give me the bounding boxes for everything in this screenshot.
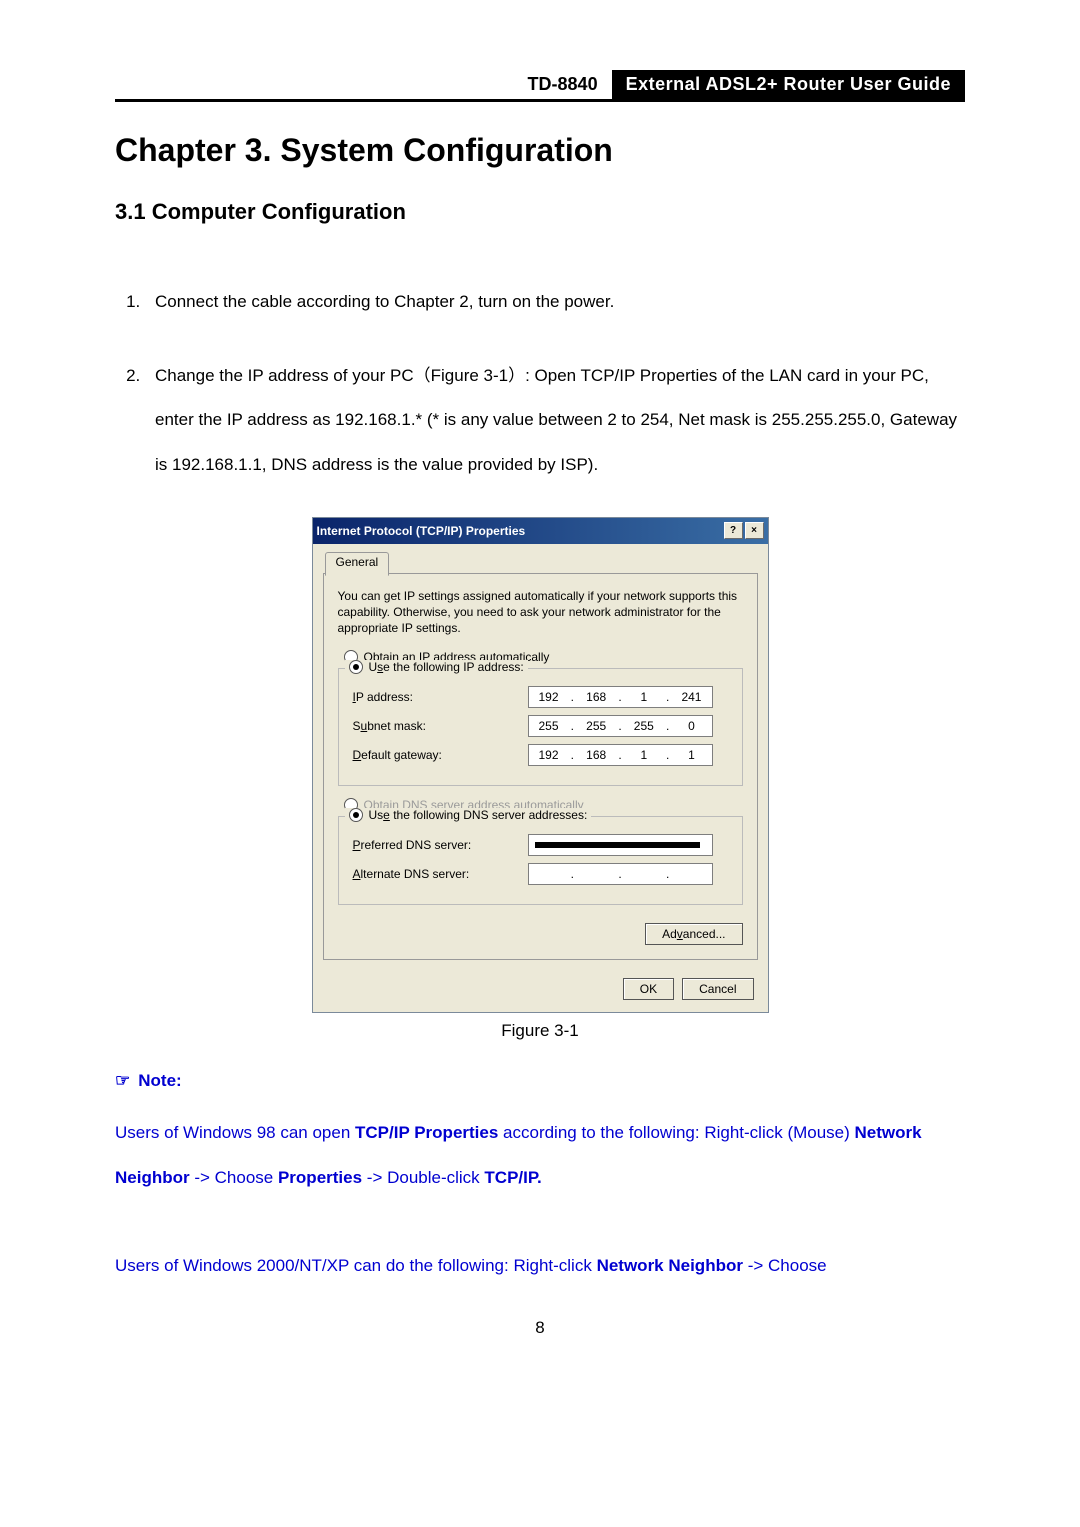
header-model: TD-8840 <box>514 70 612 99</box>
preferred-dns-label: Preferred DNS server: <box>353 838 528 852</box>
cancel-button[interactable]: Cancel <box>682 978 753 1000</box>
redacted-value <box>535 842 700 848</box>
help-icon[interactable]: ? <box>724 522 743 539</box>
page-number: 8 <box>115 1318 965 1338</box>
page-header: TD-8840 External ADSL2+ Router User Guid… <box>115 70 965 102</box>
preferred-dns-input[interactable] <box>528 834 713 856</box>
advanced-button[interactable]: Advanced... <box>645 923 742 945</box>
radio-label: Use the following IP address: <box>369 660 524 674</box>
tab-general[interactable]: General <box>325 552 390 576</box>
figure-caption: Figure 3-1 <box>115 1021 965 1041</box>
alternate-dns-label: Alternate DNS server: <box>353 867 528 881</box>
radio-use-dns[interactable]: Use the following DNS server addresses: <box>345 808 592 822</box>
hand-icon: ☞ <box>115 1071 130 1090</box>
note-body: Users of Windows 98 can open TCP/IP Prop… <box>115 1111 965 1288</box>
default-gateway-label: Default gateway: <box>353 748 528 762</box>
chapter-title: Chapter 3. System Configuration <box>115 132 965 169</box>
dialog-description: You can get IP settings assigned automat… <box>338 588 743 637</box>
close-icon[interactable]: × <box>745 522 764 539</box>
step-item: Connect the cable according to Chapter 2… <box>145 280 965 324</box>
radio-icon <box>349 808 363 822</box>
subnet-mask-label: Subnet mask: <box>353 719 528 733</box>
subnet-mask-input[interactable]: 255. 255. 255. 0 <box>528 715 713 737</box>
dns-group: Use the following DNS server addresses: … <box>338 816 743 905</box>
ok-button[interactable]: OK <box>623 978 674 1000</box>
tab-strip: General <box>323 552 758 574</box>
step-item: Change the IP address of your PC（Figure … <box>145 354 965 487</box>
note-header: ☞Note: <box>115 1071 965 1091</box>
section-title: 3.1 Computer Configuration <box>115 199 965 225</box>
radio-icon <box>349 660 363 674</box>
default-gateway-input[interactable]: 192. 168. 1. 1 <box>528 744 713 766</box>
radio-use-ip[interactable]: Use the following IP address: <box>345 660 528 674</box>
dialog-titlebar: Internet Protocol (TCP/IP) Properties ? … <box>313 518 768 544</box>
radio-label: Use the following DNS server addresses: <box>369 808 588 822</box>
alternate-dns-input[interactable]: . . . <box>528 863 713 885</box>
steps-list: Connect the cable according to Chapter 2… <box>115 280 965 487</box>
tcpip-dialog: Internet Protocol (TCP/IP) Properties ? … <box>312 517 769 1014</box>
ip-address-label: IP address: <box>353 690 528 704</box>
ip-address-input[interactable]: 192. 168. 1. 241 <box>528 686 713 708</box>
ip-group: Use the following IP address: IP address… <box>338 668 743 786</box>
header-title: External ADSL2+ Router User Guide <box>612 70 965 99</box>
dialog-title: Internet Protocol (TCP/IP) Properties <box>317 524 722 538</box>
